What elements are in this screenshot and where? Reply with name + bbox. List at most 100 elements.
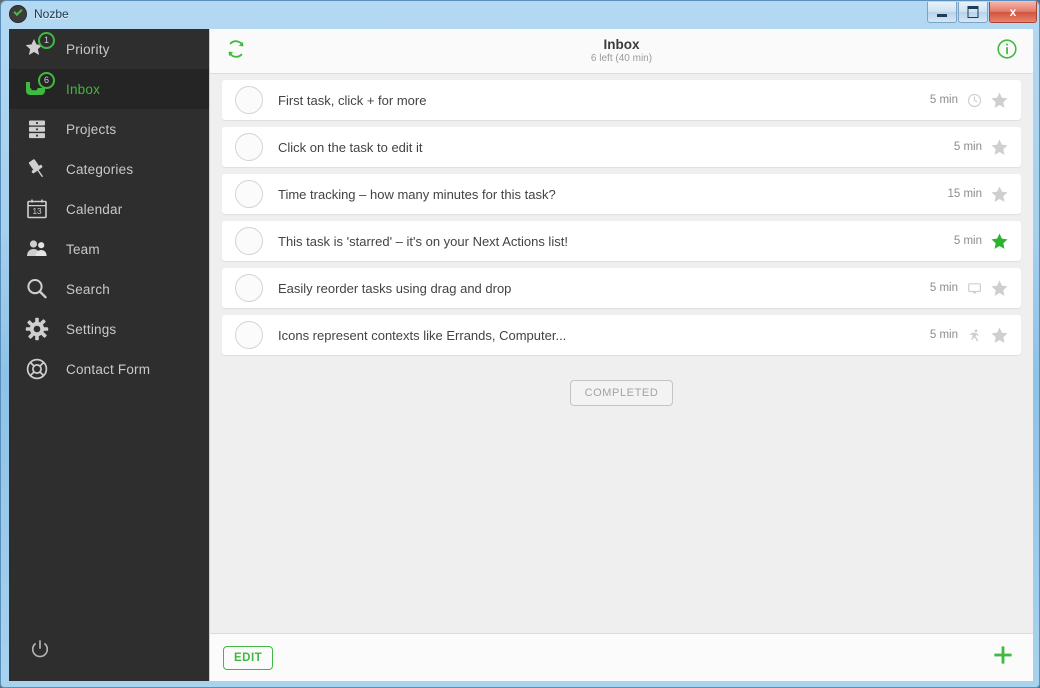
minimize-icon <box>937 14 947 18</box>
power-icon <box>30 639 50 664</box>
close-button[interactable]: x <box>989 2 1037 23</box>
task-row[interactable]: Icons represent contexts like Errands, C… <box>222 315 1021 355</box>
task-title: Icons represent contexts like Errands, C… <box>278 327 567 343</box>
task-checkbox[interactable] <box>235 180 263 208</box>
task-checkbox[interactable] <box>235 86 263 114</box>
task-meta: 5 min <box>930 91 1009 110</box>
svg-text:13: 13 <box>32 207 42 216</box>
sidebar-item-label: Projects <box>66 121 117 137</box>
team-people-icon <box>22 234 52 264</box>
sidebar-nav-list: 1 Priority 6 Inbox Projects Categories 1… <box>9 29 209 389</box>
sidebar-item-label: Inbox <box>66 81 101 97</box>
task-checkbox[interactable] <box>235 274 263 302</box>
maximize-icon <box>967 6 979 18</box>
main-footer: EDIT <box>210 633 1033 681</box>
sidebar: 1 Priority 6 Inbox Projects Categories 1… <box>9 29 209 681</box>
task-row[interactable]: This task is 'starred' – it's on your Ne… <box>222 221 1021 261</box>
info-icon <box>996 38 1018 65</box>
search-magnifier-icon <box>22 274 52 304</box>
star-toggle[interactable] <box>990 326 1009 345</box>
refresh-button[interactable] <box>222 37 250 65</box>
header-title-group: Inbox 6 left (40 min) <box>210 37 1033 65</box>
task-meta: 5 min <box>930 326 1009 345</box>
completed-button[interactable]: COMPLETED <box>569 380 674 406</box>
edit-button[interactable]: EDIT <box>223 645 274 670</box>
pushpin-icon <box>22 154 52 184</box>
task-time: 5 min <box>953 235 982 247</box>
title-bar: Nozbe x <box>1 1 1040 29</box>
task-meta: 5 min <box>954 138 1009 157</box>
task-row[interactable]: Time tracking – how many minutes for thi… <box>222 174 1021 214</box>
task-row[interactable]: First task, click + for more 5 min <box>222 80 1021 120</box>
task-meta: 5 min <box>954 232 1009 251</box>
task-row[interactable]: Click on the task to edit it 5 min <box>222 127 1021 167</box>
star-toggle[interactable] <box>990 279 1009 298</box>
task-title: Click on the task to edit it <box>278 139 423 155</box>
completed-section: COMPLETED <box>222 380 1021 406</box>
window-title: Nozbe <box>34 7 69 21</box>
sidebar-item-label: Team <box>66 241 100 257</box>
star-toggle[interactable] <box>990 91 1009 110</box>
clock-icon[interactable] <box>966 92 982 108</box>
task-list: First task, click + for more 5 min Click… <box>210 74 1033 633</box>
calendar-icon: 13 <box>22 194 52 224</box>
task-row[interactable]: Easily reorder tasks using drag and drop… <box>222 268 1021 308</box>
sidebar-badge-priority: 1 <box>38 32 55 49</box>
task-meta: 5 min <box>930 279 1009 298</box>
sidebar-item-contact-form[interactable]: Contact Form <box>9 349 209 389</box>
task-meta: 15 min <box>947 185 1009 204</box>
task-time: 5 min <box>929 94 958 106</box>
sidebar-item-label: Calendar <box>66 201 123 217</box>
nozbe-check-icon <box>9 5 27 23</box>
task-title: Easily reorder tasks using drag and drop <box>278 280 512 296</box>
star-toggle[interactable] <box>990 138 1009 157</box>
monitor-icon[interactable] <box>966 280 982 296</box>
application-window: Nozbe x 1 Priority 6 Inbox Projects Cate… <box>0 0 1040 688</box>
sidebar-item-team[interactable]: Team <box>9 229 209 269</box>
sidebar-item-projects[interactable]: Projects <box>9 109 209 149</box>
close-icon: x <box>1009 5 1017 19</box>
projects-stack-icon <box>22 114 52 144</box>
sidebar-item-label: Contact Form <box>66 361 151 377</box>
task-checkbox[interactable] <box>235 133 263 161</box>
sidebar-item-calendar[interactable]: 13 Calendar <box>9 189 209 229</box>
sidebar-item-settings[interactable]: Settings <box>9 309 209 349</box>
sidebar-item-inbox[interactable]: 6 Inbox <box>9 69 209 109</box>
star-icon: 1 <box>22 32 55 64</box>
task-time: 15 min <box>947 188 982 200</box>
window-controls: x <box>927 2 1037 23</box>
sidebar-item-search[interactable]: Search <box>9 269 209 309</box>
sidebar-item-label: Priority <box>66 41 110 57</box>
sidebar-badge-inbox: 6 <box>38 72 55 89</box>
task-time: 5 min <box>929 329 958 341</box>
add-task-button[interactable] <box>989 644 1017 672</box>
inbox-tray-icon: 6 <box>22 72 55 104</box>
page-title: Inbox <box>603 37 640 52</box>
app-body: 1 Priority 6 Inbox Projects Categories 1… <box>9 29 1033 681</box>
sidebar-item-priority[interactable]: 1 Priority <box>9 29 209 69</box>
sidebar-item-label: Categories <box>66 161 134 177</box>
task-title: First task, click + for more <box>278 92 427 108</box>
task-checkbox[interactable] <box>235 321 263 349</box>
info-button[interactable] <box>993 37 1021 65</box>
gear-icon <box>22 314 52 344</box>
sidebar-item-label: Search <box>66 281 110 297</box>
sidebar-item-label: Settings <box>66 321 117 337</box>
title-bar-left: Nozbe <box>9 5 69 23</box>
main-pane: Inbox 6 left (40 min) First task, click … <box>209 29 1033 681</box>
main-header: Inbox 6 left (40 min) <box>210 29 1033 74</box>
page-subtitle: 6 left (40 min) <box>590 53 653 64</box>
lifebuoy-icon <box>22 354 52 384</box>
errands-running-icon[interactable] <box>966 327 982 343</box>
task-title: Time tracking – how many minutes for thi… <box>278 186 556 202</box>
power-button[interactable] <box>9 621 209 681</box>
star-toggle[interactable] <box>990 185 1009 204</box>
task-checkbox[interactable] <box>235 227 263 255</box>
minimize-button[interactable] <box>927 2 957 23</box>
sidebar-item-categories[interactable]: Categories <box>9 149 209 189</box>
task-title: This task is 'starred' – it's on your Ne… <box>278 233 568 249</box>
maximize-button[interactable] <box>958 2 988 23</box>
task-time: 5 min <box>929 282 958 294</box>
refresh-icon <box>225 38 247 65</box>
star-toggle[interactable] <box>990 232 1009 251</box>
